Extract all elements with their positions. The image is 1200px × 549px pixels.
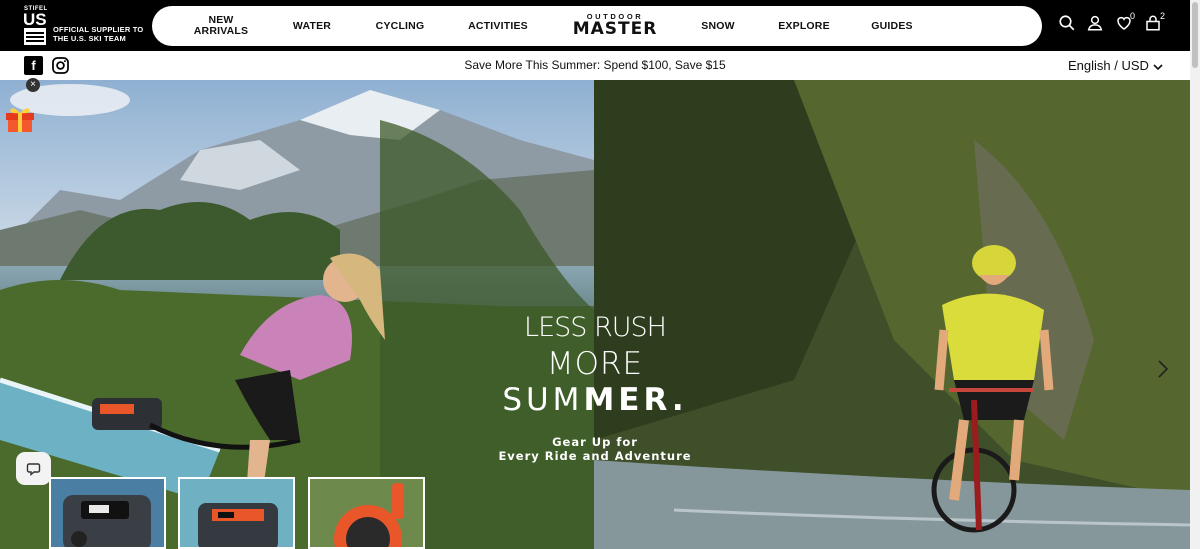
cart-count: 2 (1160, 11, 1166, 21)
nav-explore[interactable]: EXPLORE (774, 6, 834, 46)
us-ski-team-badge[interactable]: STIFEL US (22, 6, 48, 46)
product-thumbnail-1[interactable] (49, 477, 166, 549)
hero-line-1: LESS RUSH (524, 312, 667, 343)
chevron-down-icon (1153, 63, 1163, 70)
nav-cycling[interactable]: CYCLING (367, 6, 433, 46)
page: STIFEL US OFFICIAL SUPPLIER TO THE U.S. … (0, 0, 1200, 549)
account-icon[interactable] (1086, 14, 1108, 36)
language-currency-selector[interactable]: English / USD (1068, 58, 1163, 73)
hero-subtitle-2: Every Ride and Adventure (498, 449, 692, 463)
hero-line-2: MORE (546, 346, 644, 382)
hero-subtitle-1: Gear Up for (552, 435, 638, 449)
site-header: STIFEL US OFFICIAL SUPPLIER TO THE U.S. … (0, 0, 1200, 51)
supplier-text: OFFICIAL SUPPLIER TO THE U.S. SKI TEAM (53, 25, 144, 43)
nav-guides[interactable]: GUIDES (864, 6, 920, 46)
announcement-bar: f Save More This Summer: Spend $100, Sav… (0, 51, 1190, 80)
nav-water[interactable]: WATER (282, 6, 342, 46)
badge-us: US (23, 10, 47, 29)
language-label: English / USD (1068, 58, 1149, 73)
hero-line-3-bold: MER. (583, 382, 688, 418)
chat-button[interactable] (16, 452, 51, 485)
cart-button[interactable]: 2 (1144, 11, 1166, 36)
nav-activities[interactable]: ACTIVITIES (462, 6, 534, 46)
announcement-text[interactable]: Save More This Summer: Spend $100, Save … (0, 58, 1190, 72)
product-thumbnail-3[interactable] (308, 477, 425, 549)
chat-icon (26, 463, 41, 476)
main-nav: NEW ARRIVALS WATER CYCLING ACTIVITIES OU… (152, 6, 1042, 46)
nav-new-arrivals[interactable]: NEW ARRIVALS (190, 6, 252, 46)
logo-main: MASTER (572, 19, 658, 39)
product-thumbnail-2[interactable] (178, 477, 295, 549)
ski-team-flag (24, 28, 46, 45)
hero-next-button[interactable] (1156, 358, 1170, 380)
close-icon[interactable]: × (26, 78, 40, 92)
chevron-right-icon (1158, 360, 1169, 378)
nav-snow[interactable]: SNOW (692, 6, 744, 46)
scrollbar-thumb[interactable] (1192, 2, 1198, 68)
hero-line-3: SUMMER. (0, 382, 1190, 418)
wishlist-count: 0 (1130, 11, 1136, 21)
search-icon[interactable] (1058, 14, 1080, 36)
page-scrollbar[interactable] (1190, 0, 1200, 549)
hero-line-3-light: SUM (502, 382, 584, 418)
gift-icon[interactable] (4, 103, 36, 133)
hero-banner[interactable]: LESS RUSH MORE SUMMER. Gear Up for Every… (0, 80, 1190, 549)
outdoor-master-logo[interactable]: OUTDOOR MASTER (572, 13, 658, 39)
wishlist-button[interactable]: 0 (1115, 11, 1137, 36)
